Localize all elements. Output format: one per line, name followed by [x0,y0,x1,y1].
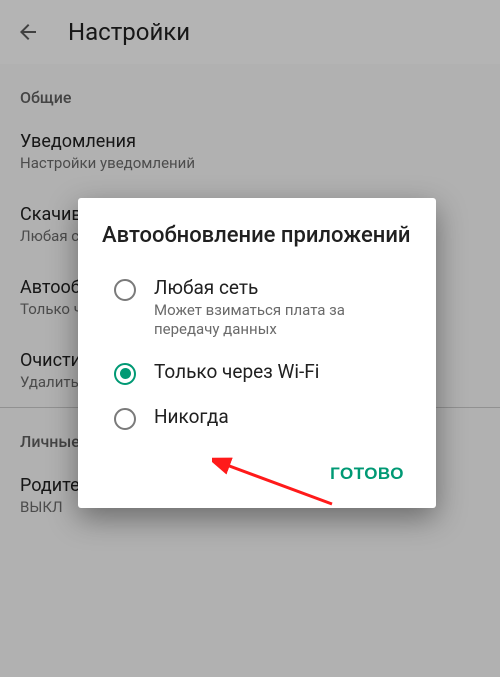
radio-label: Только через Wi-Fi [154,360,412,383]
radio-icon [114,408,136,430]
dialog-title: Автообновление приложений [78,222,436,266]
radio-label: Любая сеть [154,276,412,299]
done-button[interactable]: ГОТОВО [318,456,416,492]
radio-option-wifi-only[interactable]: Только через Wi-Fi [78,350,436,395]
radio-label: Никогда [154,405,412,428]
radio-icon [114,279,136,301]
radio-icon-selected [114,363,136,385]
dialog-actions: ГОТОВО [78,440,436,496]
radio-sub: Может взиматься плата за передачу данных [154,301,412,340]
radio-option-any-network[interactable]: Любая сеть Может взиматься плата за пере… [78,266,436,350]
autoupdate-dialog: Автообновление приложений Любая сеть Мож… [78,198,436,508]
radio-option-never[interactable]: Никогда [78,395,436,440]
